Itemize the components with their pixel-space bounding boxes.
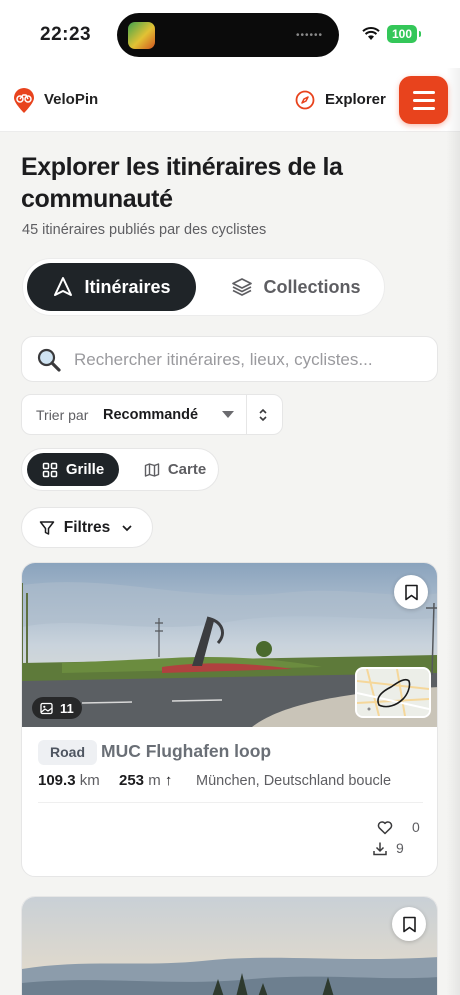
download-button[interactable]: 9 xyxy=(372,840,404,856)
route-card-body: Road MUC Flughafen loop 109.3 km 253 m ↑… xyxy=(22,727,437,876)
velopin-logo-icon xyxy=(14,88,34,113)
sort-order-icon[interactable] xyxy=(256,407,270,423)
layers-icon xyxy=(232,278,253,296)
grid-view-label: Grille xyxy=(65,461,105,478)
download-count: 9 xyxy=(396,840,404,856)
dynamic-island: •••••• xyxy=(117,13,339,57)
route-distance-value: 109.3 xyxy=(38,772,76,789)
arrow-up-icon: ↑ xyxy=(164,772,173,789)
route-minimap-image xyxy=(357,669,429,716)
filter-icon xyxy=(39,520,54,535)
search-input[interactable] xyxy=(74,346,429,374)
route-location: München, Deutschland boucle xyxy=(196,773,392,789)
like-count: 0 xyxy=(412,819,420,835)
status-time: 22:23 xyxy=(40,24,92,45)
search-bar xyxy=(21,336,438,382)
chevron-down-icon xyxy=(122,524,132,531)
sort-label: Trier par xyxy=(36,407,89,423)
route-elevation: 253 m ↑ xyxy=(119,772,172,789)
sort-select[interactable]: Recommandé xyxy=(103,407,198,423)
tab-itineraires[interactable]: Itinéraires xyxy=(27,263,196,311)
bookmark-icon xyxy=(404,584,418,600)
photo-count: 11 xyxy=(60,700,74,716)
navigation-arrow-icon xyxy=(54,277,73,296)
search-icon xyxy=(37,348,61,372)
chevron-down-icon[interactable] xyxy=(222,411,234,418)
battery-indicator: 100 xyxy=(387,25,421,43)
route-photo[interactable]: 11 xyxy=(22,563,437,727)
activity-dots-icon: •••••• xyxy=(295,30,323,41)
route-distance: 109.3 km xyxy=(38,772,100,789)
grid-icon xyxy=(42,462,58,477)
map-view-button[interactable]: Carte xyxy=(134,453,216,486)
tab-itineraires-label: Itinéraires xyxy=(84,276,171,297)
nav-explore-link[interactable]: Explorer xyxy=(325,91,386,108)
page-title: Explorer les itinéraires de la communaut… xyxy=(21,153,343,213)
bookmark-button[interactable] xyxy=(394,575,428,609)
download-icon xyxy=(373,842,387,855)
route-minimap xyxy=(355,667,431,718)
hamburger-icon xyxy=(413,91,435,94)
brand-name[interactable]: VeloPin xyxy=(44,91,98,108)
like-button[interactable]: 0 xyxy=(377,819,420,835)
now-playing-app-icon xyxy=(128,22,155,49)
tab-collections[interactable]: Collections xyxy=(213,263,379,311)
tab-collections-label: Collections xyxy=(263,276,361,297)
heart-icon xyxy=(377,820,393,834)
bookmark-icon xyxy=(402,916,416,932)
hamburger-icon xyxy=(413,107,435,110)
route-elevation-unit: m xyxy=(148,772,161,789)
page-subtitle: 45 itinéraires publiés par des cyclistes xyxy=(22,222,267,238)
route-card[interactable]: 11 Road MUC Flughafen loop 109.3 km 253 … xyxy=(21,562,438,877)
divider xyxy=(38,802,423,803)
wifi-icon xyxy=(362,27,380,40)
route-distance-unit: km xyxy=(79,772,100,789)
filters-label: Filtres xyxy=(63,518,111,536)
filters-button[interactable]: Filtres xyxy=(21,507,153,548)
route-type-badge: Road xyxy=(38,740,97,765)
route-elevation-value: 253 xyxy=(119,772,145,789)
hamburger-icon xyxy=(413,99,435,102)
sort-control: Trier par Recommandé xyxy=(21,394,283,435)
sort-divider xyxy=(246,395,247,434)
route-title[interactable]: MUC Flughafen loop xyxy=(101,741,271,762)
scroll-edge-shadow xyxy=(446,68,460,995)
view-toggle: Grille Carte xyxy=(21,448,219,491)
compass-icon[interactable] xyxy=(295,90,315,110)
image-icon xyxy=(40,702,53,714)
status-bar: 22:23 •••••• 100 xyxy=(0,0,460,68)
content-tabs: Itinéraires Collections xyxy=(22,258,385,316)
photo-count-badge: 11 xyxy=(32,697,82,719)
top-navigation: VeloPin Explorer xyxy=(0,68,460,132)
menu-button[interactable] xyxy=(399,76,448,124)
route-photo-image xyxy=(22,897,437,995)
bookmark-button[interactable] xyxy=(392,907,426,941)
map-icon xyxy=(144,462,160,477)
grid-view-button[interactable]: Grille xyxy=(27,453,119,486)
map-view-label: Carte xyxy=(167,461,207,478)
route-card[interactable] xyxy=(21,896,438,995)
